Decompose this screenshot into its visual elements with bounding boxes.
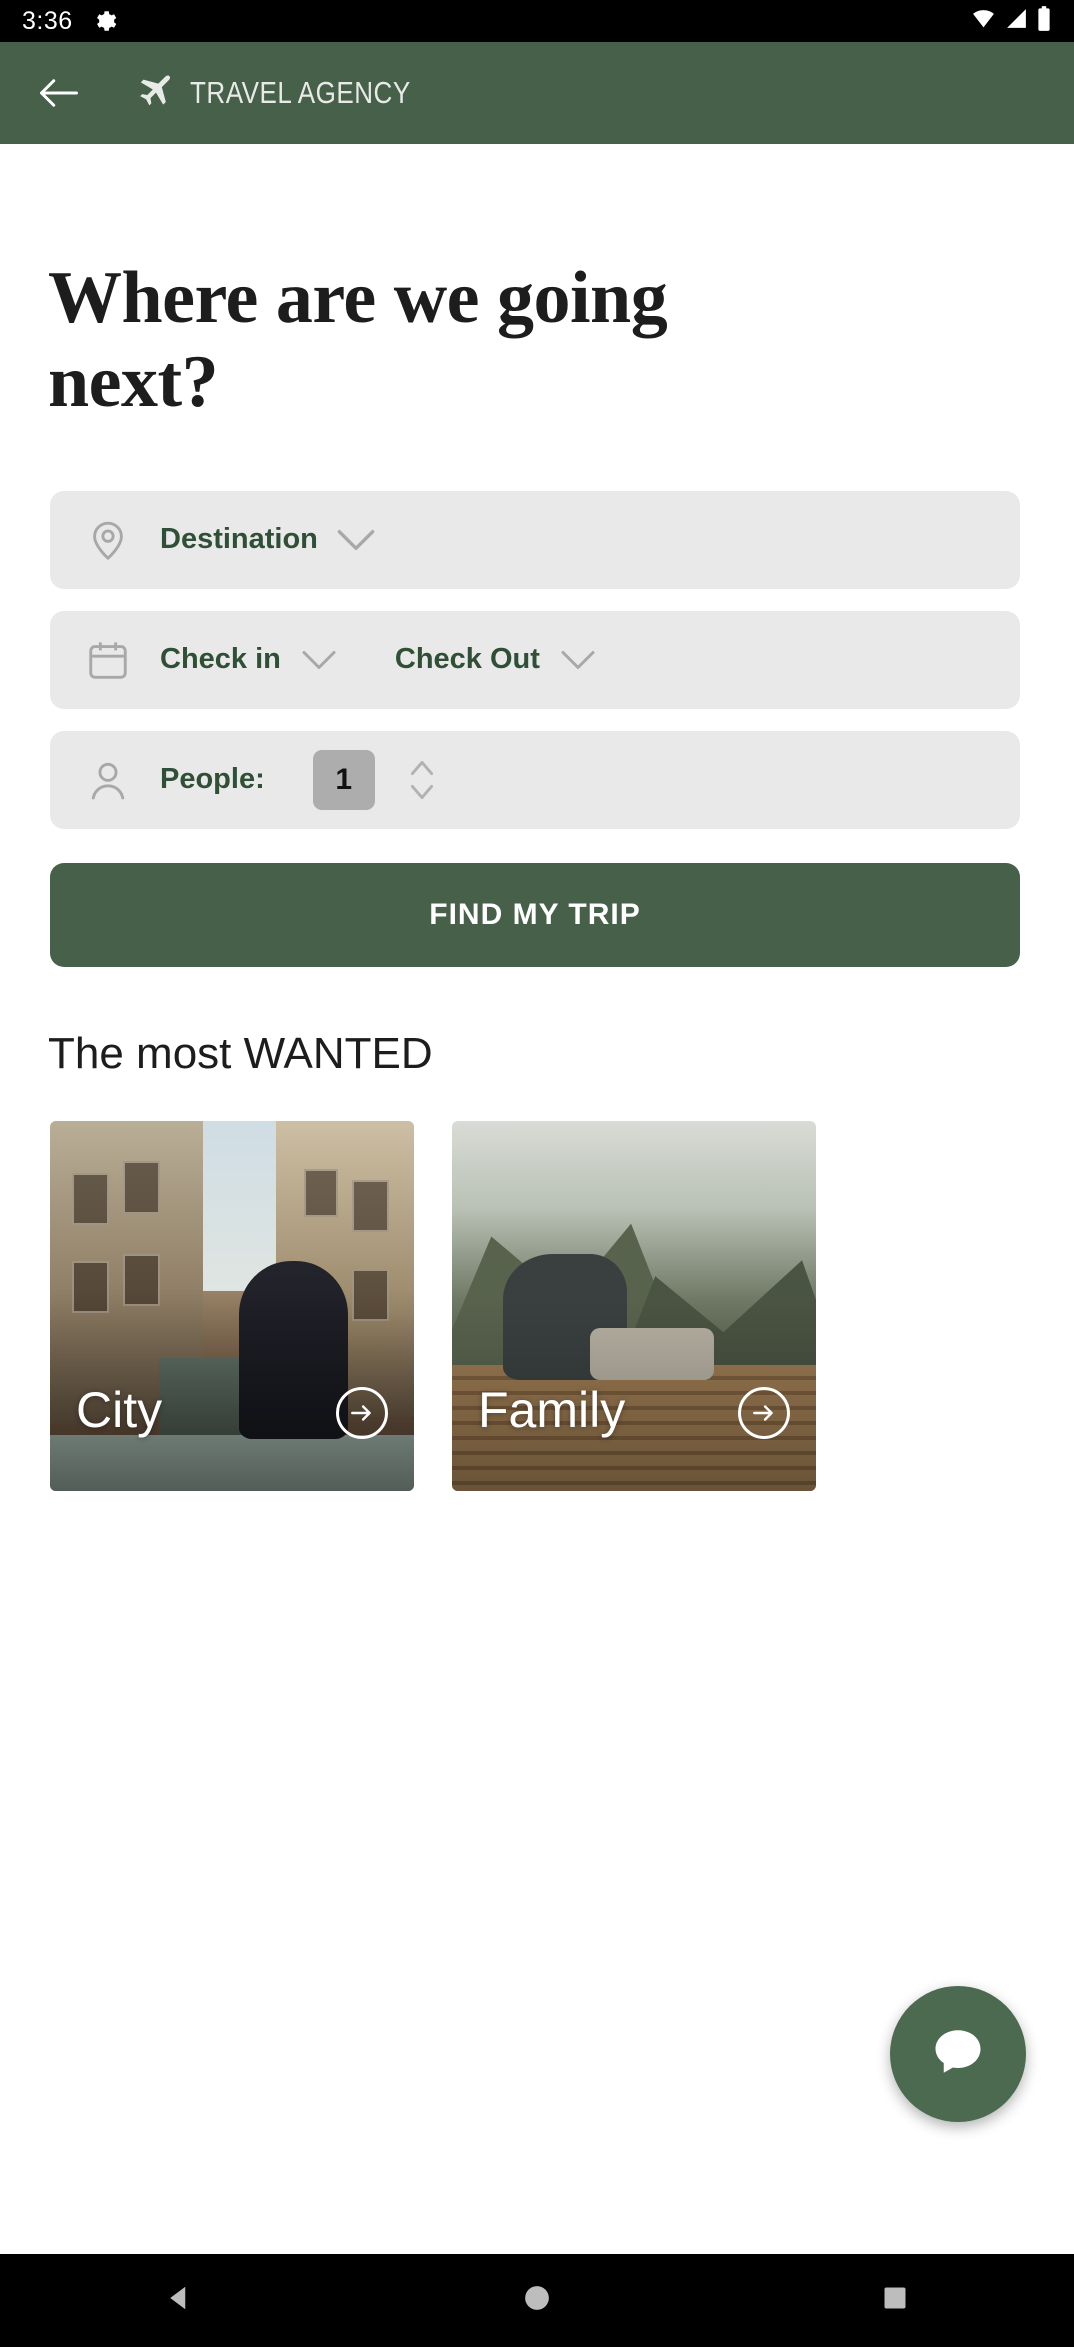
page-content: Where are we going next? Destination Che… <box>0 144 1074 2254</box>
nav-back-triangle-icon <box>164 2283 194 2318</box>
nav-recents-square-icon <box>881 2284 909 2317</box>
page-headline: Where are we going next? <box>48 257 668 424</box>
destination-label: Destination <box>160 523 318 556</box>
chat-bubble-icon <box>928 2022 988 2087</box>
section-title: The most WANTED <box>48 1028 433 1078</box>
dates-field[interactable]: Check in Check Out <box>50 610 1020 709</box>
calendar-icon <box>80 632 136 688</box>
status-bar-clock: 3:36 <box>22 6 73 35</box>
app-title: TRAVEL AGENCY <box>190 75 411 110</box>
arrow-right-circle-icon[interactable] <box>738 1386 790 1439</box>
android-nav-bar <box>0 2254 1074 2347</box>
nav-home-circle-icon <box>522 2283 552 2318</box>
chevron-down-icon[interactable] <box>336 527 376 553</box>
app-bar: TRAVEL AGENCY <box>0 42 1074 144</box>
card-family[interactable]: Family <box>452 1120 816 1491</box>
nav-home-button[interactable] <box>477 2254 597 2347</box>
people-field[interactable]: People: 1 <box>50 730 1020 829</box>
wifi-icon <box>970 6 997 36</box>
signal-icon <box>1004 6 1029 36</box>
find-my-trip-button[interactable]: FIND MY TRIP <box>50 862 1020 967</box>
nav-recents-button[interactable] <box>835 2254 955 2347</box>
gear-icon <box>91 8 117 34</box>
check-in-chevron-down-icon[interactable] <box>301 648 337 672</box>
back-button[interactable] <box>30 64 88 122</box>
card-family-label: Family <box>478 1381 626 1438</box>
map-pin-icon <box>80 512 136 568</box>
people-stepper[interactable] <box>405 756 439 804</box>
check-out-group[interactable]: Check Out <box>395 643 596 676</box>
card-city-label: City <box>76 1381 163 1438</box>
check-out-chevron-down-icon[interactable] <box>560 648 596 672</box>
battery-icon <box>1036 5 1052 37</box>
status-bar: 3:36 <box>0 0 1074 42</box>
destination-cards: City Family <box>0 1120 1074 1491</box>
destination-field[interactable]: Destination <box>50 490 1020 589</box>
chat-fab-button[interactable] <box>890 1986 1026 2122</box>
brand: TRAVEL AGENCY <box>134 71 453 116</box>
people-count-value[interactable]: 1 <box>312 749 375 810</box>
nav-back-button[interactable] <box>119 2254 239 2347</box>
arrow-right-circle-icon[interactable] <box>336 1386 388 1439</box>
card-city[interactable]: City <box>50 1120 414 1491</box>
person-icon <box>80 752 136 808</box>
search-form: Destination Check in Check Out People: 1 <box>0 490 1074 829</box>
check-out-label: Check Out <box>394 643 540 676</box>
people-label: People: <box>160 763 265 796</box>
status-bar-indicators <box>970 5 1052 37</box>
check-in-label: Check in <box>160 643 281 676</box>
airplane-icon <box>134 71 174 116</box>
